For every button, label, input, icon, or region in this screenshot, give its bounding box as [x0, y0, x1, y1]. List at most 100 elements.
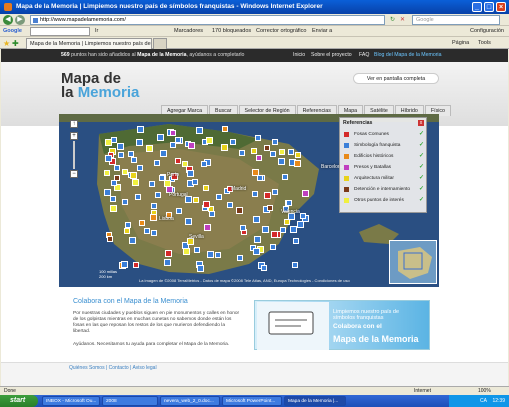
map-marker-icon[interactable]: [230, 139, 236, 145]
toolbar-settings[interactable]: Configuración: [470, 26, 504, 37]
map-marker-icon[interactable]: [302, 190, 309, 197]
map-marker-icon[interactable]: [206, 137, 213, 144]
map-marker-icon[interactable]: [182, 161, 188, 167]
legend-item[interactable]: Edificios históricos ✓: [344, 152, 426, 161]
map-marker-icon[interactable]: [150, 214, 157, 221]
checkmark-icon[interactable]: ✓: [419, 152, 424, 161]
map-marker-icon[interactable]: [295, 152, 301, 158]
map-marker-icon[interactable]: [300, 213, 306, 219]
map-marker-icon[interactable]: [257, 175, 263, 181]
map-marker-icon[interactable]: [149, 181, 155, 187]
map-marker-icon[interactable]: [252, 191, 258, 197]
map-marker-icon[interactable]: [239, 150, 245, 156]
map-marker-icon[interactable]: [122, 199, 128, 205]
map-marker-icon[interactable]: [264, 192, 271, 199]
map-marker-icon[interactable]: [131, 157, 137, 163]
map-marker-icon[interactable]: [137, 165, 143, 171]
checkmark-icon[interactable]: ✓: [419, 130, 424, 139]
map-marker-icon[interactable]: [146, 145, 153, 152]
taskbar-item-powerpoint[interactable]: Microsoft PowerPoint...: [222, 396, 282, 406]
map-marker-icon[interactable]: [135, 194, 141, 200]
map-marker-icon[interactable]: [175, 158, 181, 164]
map-marker-icon[interactable]: [185, 218, 192, 225]
map-marker-icon[interactable]: [114, 165, 120, 171]
map-marker-icon[interactable]: [279, 149, 285, 155]
legend-item[interactable]: Simbología franquista ✓: [344, 141, 426, 150]
map-marker-icon[interactable]: [110, 196, 116, 202]
map-marker-icon[interactable]: [286, 200, 292, 206]
site-logo-line2[interactable]: la Memoria: [61, 85, 139, 100]
map-marker-icon[interactable]: [293, 238, 299, 244]
map-marker-icon[interactable]: [170, 130, 176, 136]
map-marker-icon[interactable]: [105, 139, 112, 146]
map-marker-icon[interactable]: [197, 265, 204, 272]
pan-up-button[interactable]: ↑: [70, 120, 78, 128]
map-marker-icon[interactable]: [227, 202, 233, 208]
toolbar-popups[interactable]: 170 bloqueados: [212, 26, 251, 37]
map-marker-icon[interactable]: [222, 126, 228, 132]
map-marker-icon[interactable]: [282, 174, 288, 180]
map-marker-icon[interactable]: [254, 236, 261, 243]
back-button[interactable]: ◀: [3, 15, 13, 25]
checkmark-icon[interactable]: ✓: [419, 174, 424, 183]
map-marker-icon[interactable]: [297, 221, 304, 228]
legend-item[interactable]: Detención e internamiento ✓: [344, 185, 426, 194]
fullscreen-button[interactable]: Ver en pantalla completa: [353, 73, 439, 84]
checkmark-icon[interactable]: ✓: [419, 163, 424, 172]
map-marker-icon[interactable]: [151, 203, 157, 209]
map-marker-icon[interactable]: [221, 144, 228, 151]
map-marker-icon[interactable]: [124, 228, 130, 234]
map-marker-icon[interactable]: [188, 142, 195, 149]
map-marker-icon[interactable]: [170, 142, 176, 148]
legend-item[interactable]: Arquitectura militar ✓: [344, 174, 426, 183]
map-marker-icon[interactable]: [121, 261, 128, 268]
legend-close-icon[interactable]: x: [418, 120, 424, 126]
map-marker-icon[interactable]: [144, 228, 150, 234]
map-marker-icon[interactable]: [157, 134, 164, 141]
map-marker-icon[interactable]: [192, 179, 198, 185]
map-marker-icon[interactable]: [267, 205, 273, 211]
map-marker-icon[interactable]: [255, 135, 261, 141]
map-marker-icon[interactable]: [288, 149, 294, 155]
map-marker-icon[interactable]: [292, 262, 298, 268]
map-marker-icon[interactable]: [130, 172, 137, 179]
map-marker-icon[interactable]: [272, 139, 278, 145]
nav-faq[interactable]: FAQ: [359, 49, 369, 62]
toolbar-go[interactable]: Ir: [95, 26, 98, 37]
map-marker-icon[interactable]: [164, 259, 171, 266]
map-marker-icon[interactable]: [154, 160, 160, 166]
start-button[interactable]: start: [0, 395, 38, 407]
tab-tools-page[interactable]: Página: [452, 37, 469, 49]
map-marker-icon[interactable]: [110, 205, 117, 212]
map-marker-icon[interactable]: [236, 207, 243, 214]
map-marker-icon[interactable]: [237, 255, 243, 261]
map-marker-icon[interactable]: [196, 127, 203, 134]
maximize-button[interactable]: □: [484, 2, 494, 12]
map-marker-icon[interactable]: [129, 237, 136, 244]
legend-item[interactable]: Presos y Batallas ✓: [344, 163, 426, 172]
toolbar-spellcheck[interactable]: Corrector ortográfico: [256, 26, 306, 37]
map-marker-icon[interactable]: [272, 189, 278, 195]
map-marker-icon[interactable]: [133, 262, 139, 268]
collaborate-banner[interactable]: Limpiemos nuestro país de símbolos franqu…: [254, 300, 430, 350]
zoom-in-button[interactable]: +: [70, 132, 78, 140]
checkmark-icon[interactable]: ✓: [419, 196, 424, 205]
taskbar-item-folder[interactable]: 2008: [102, 396, 158, 406]
map-marker-icon[interactable]: [114, 175, 120, 181]
map-marker-icon[interactable]: [118, 152, 124, 158]
map-marker-icon[interactable]: [137, 126, 144, 133]
map-marker-icon[interactable]: [207, 251, 214, 258]
map-marker-icon[interactable]: [261, 265, 267, 271]
tab-active[interactable]: Mapa de la Memoria | Limpiemos nuestro p…: [26, 38, 152, 49]
stop-icon[interactable]: ✕: [400, 16, 405, 23]
map-marker-icon[interactable]: [278, 158, 285, 165]
map-marker-icon[interactable]: [165, 250, 172, 257]
checkmark-icon[interactable]: ✓: [419, 185, 424, 194]
map-marker-icon[interactable]: [203, 201, 210, 208]
zoom-slider[interactable]: [73, 141, 75, 169]
overview-minimap[interactable]: [389, 240, 437, 284]
map-marker-icon[interactable]: [107, 236, 113, 242]
map-marker-icon[interactable]: [216, 194, 222, 200]
map-marker-icon[interactable]: [253, 216, 260, 223]
map-marker-icon[interactable]: [271, 231, 278, 238]
